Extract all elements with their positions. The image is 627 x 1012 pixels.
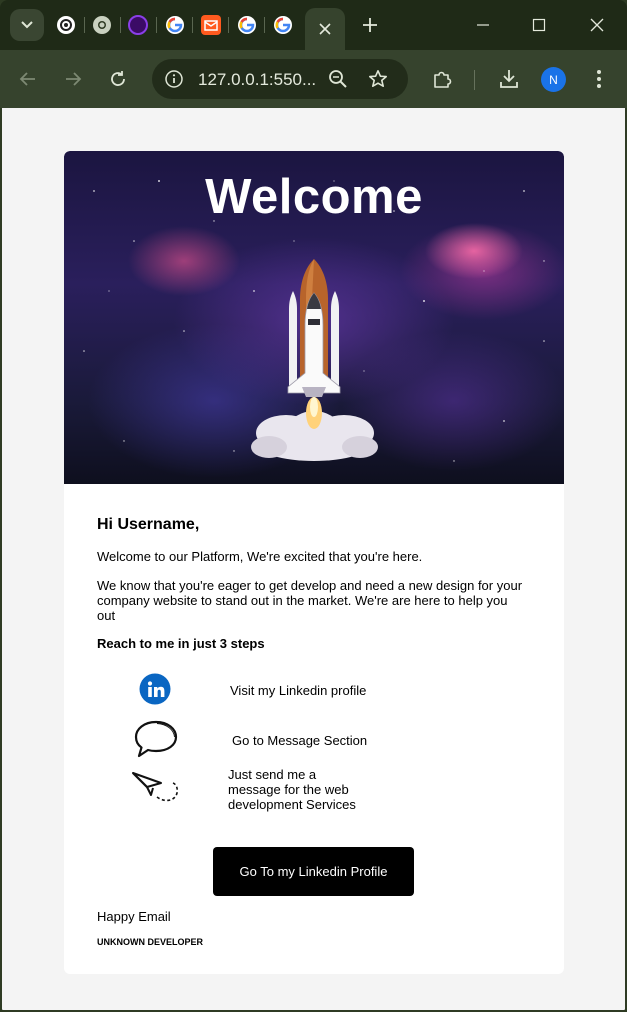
kebab-menu-icon bbox=[597, 70, 601, 88]
steps-heading: Reach to me in just 3 steps bbox=[97, 636, 265, 651]
close-icon bbox=[590, 18, 604, 32]
paper-plane-icon bbox=[131, 769, 181, 805]
zoom-icon[interactable] bbox=[328, 69, 348, 89]
google-icon bbox=[274, 16, 292, 34]
site-info-icon[interactable] bbox=[164, 69, 184, 89]
google-icon bbox=[238, 16, 256, 34]
profile-avatar[interactable]: N bbox=[541, 67, 566, 92]
purple-circle-icon bbox=[128, 15, 148, 35]
hero-title: Welcome bbox=[205, 170, 423, 224]
tab-separator bbox=[264, 17, 265, 33]
tab-strip bbox=[0, 0, 627, 50]
minimize-icon bbox=[477, 24, 489, 26]
forward-button[interactable] bbox=[60, 66, 86, 92]
browser-toolbar: 127.0.0.1:550... N bbox=[0, 50, 627, 108]
tab-separator bbox=[192, 17, 193, 33]
page-viewport: Welcome Hi Username, Welcome to our Plat… bbox=[2, 108, 625, 1010]
tab-mail[interactable] bbox=[201, 15, 221, 35]
speech-bubble-icon bbox=[133, 719, 179, 759]
tab-separator bbox=[228, 17, 229, 33]
tab-purple[interactable] bbox=[128, 15, 148, 35]
url-text[interactable]: 127.0.0.1:550... bbox=[198, 70, 316, 90]
chrome-icon bbox=[93, 16, 111, 34]
tab-separator bbox=[156, 17, 157, 33]
greeting-heading: Hi Username, bbox=[97, 516, 200, 533]
body-paragraph: We know that you're eager to get develop… bbox=[97, 578, 523, 623]
linkedin-icon bbox=[139, 673, 171, 705]
email-card: Welcome Hi Username, Welcome to our Plat… bbox=[64, 151, 564, 974]
tab-google-3[interactable] bbox=[273, 15, 293, 35]
step-text: Go to Message Section bbox=[232, 733, 368, 748]
reload-icon bbox=[111, 71, 125, 86]
close-tab-icon[interactable] bbox=[319, 23, 331, 35]
extensions-button[interactable] bbox=[429, 66, 455, 92]
tab-google-1[interactable] bbox=[165, 15, 185, 35]
signature-text: UNKNOWN DEVELOPER bbox=[97, 937, 204, 947]
back-arrow-icon bbox=[19, 72, 35, 86]
bookmark-star-icon[interactable] bbox=[368, 69, 388, 89]
menu-button[interactable] bbox=[586, 66, 612, 92]
step-text: Visit my Linkedin profile bbox=[230, 683, 367, 698]
puzzle-icon bbox=[434, 71, 452, 88]
openai-icon bbox=[57, 16, 75, 34]
tab-openai[interactable] bbox=[56, 15, 76, 35]
maximize-button[interactable] bbox=[528, 14, 550, 36]
close-window-button[interactable] bbox=[586, 14, 608, 36]
forward-arrow-icon bbox=[66, 72, 82, 86]
downloads-button[interactable] bbox=[496, 66, 522, 92]
reload-button[interactable] bbox=[105, 66, 131, 92]
chevron-down-icon bbox=[21, 21, 33, 29]
maximize-icon bbox=[532, 18, 546, 32]
tab-chrome[interactable] bbox=[92, 15, 112, 35]
minimize-button[interactable] bbox=[472, 14, 494, 36]
intro-paragraph: Welcome to our Platform, We're excited t… bbox=[97, 549, 423, 564]
tab-separator bbox=[84, 17, 85, 33]
tab-search-button[interactable] bbox=[10, 9, 44, 41]
back-button[interactable] bbox=[15, 66, 41, 92]
step-text: Just send me a message for the web devel… bbox=[228, 767, 356, 812]
hero-banner: Welcome bbox=[64, 151, 564, 484]
active-tab[interactable] bbox=[305, 8, 345, 50]
new-tab-button[interactable] bbox=[359, 14, 381, 36]
signoff-text: Happy Email bbox=[97, 909, 171, 924]
address-bar[interactable]: 127.0.0.1:550... bbox=[152, 59, 408, 99]
toolbar-divider bbox=[474, 70, 475, 90]
mail-icon bbox=[204, 20, 218, 31]
google-icon bbox=[166, 16, 184, 34]
browser-window: 127.0.0.1:550... N Welcome Hi Username, … bbox=[0, 0, 627, 1012]
linkedin-profile-button[interactable]: Go To my Linkedin Profile bbox=[213, 847, 414, 896]
tab-separator bbox=[120, 17, 121, 33]
plus-icon bbox=[363, 18, 377, 32]
tab-google-2[interactable] bbox=[237, 15, 257, 35]
download-icon bbox=[500, 70, 518, 88]
